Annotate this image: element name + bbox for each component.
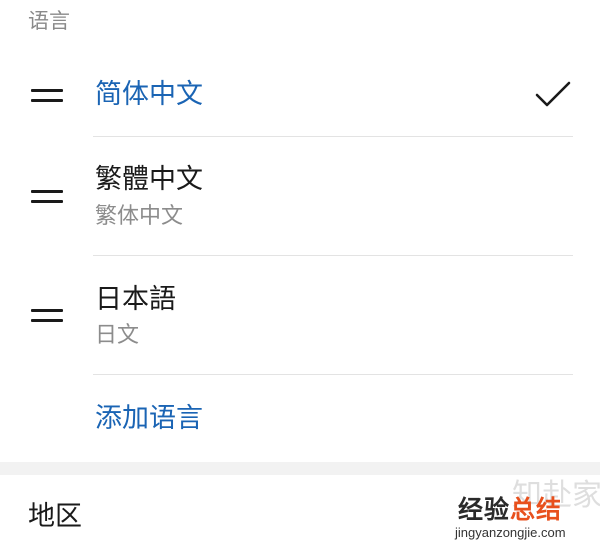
language-name: 繁體中文 [95, 164, 203, 195]
language-subtitle: 日文 [95, 323, 140, 348]
watermark-brand-part2: 总结 [510, 495, 563, 524]
drag-handle-icon[interactable] [31, 309, 63, 323]
language-name: 日本語 [95, 284, 176, 315]
section-separator [0, 462, 600, 475]
check-icon [535, 81, 571, 107]
language-row-traditional-chinese[interactable]: 繁體中文 繁体中文 [0, 137, 600, 255]
section-title-language: 语言 [28, 9, 70, 33]
divider [93, 374, 573, 375]
language-row-japanese[interactable]: 日本語 日文 [0, 256, 600, 374]
language-name: 简体中文 [95, 79, 203, 110]
drag-handle-icon[interactable] [31, 89, 63, 103]
region-label: 地区 [28, 501, 82, 532]
add-language-button[interactable]: 添加语言 [95, 402, 203, 436]
language-row-simplified-chinese[interactable]: 简体中文 [0, 60, 600, 136]
region-row[interactable]: 地区 知赴家 经验总结 jingyanzongjie.com [0, 475, 600, 546]
drag-handle-icon[interactable] [31, 190, 63, 204]
language-subtitle: 繁体中文 [95, 204, 184, 229]
watermark-brand: 经验总结 [458, 495, 562, 525]
watermark-brand-part1: 经验 [458, 495, 511, 524]
watermark-url: jingyanzongjie.com [455, 525, 566, 540]
